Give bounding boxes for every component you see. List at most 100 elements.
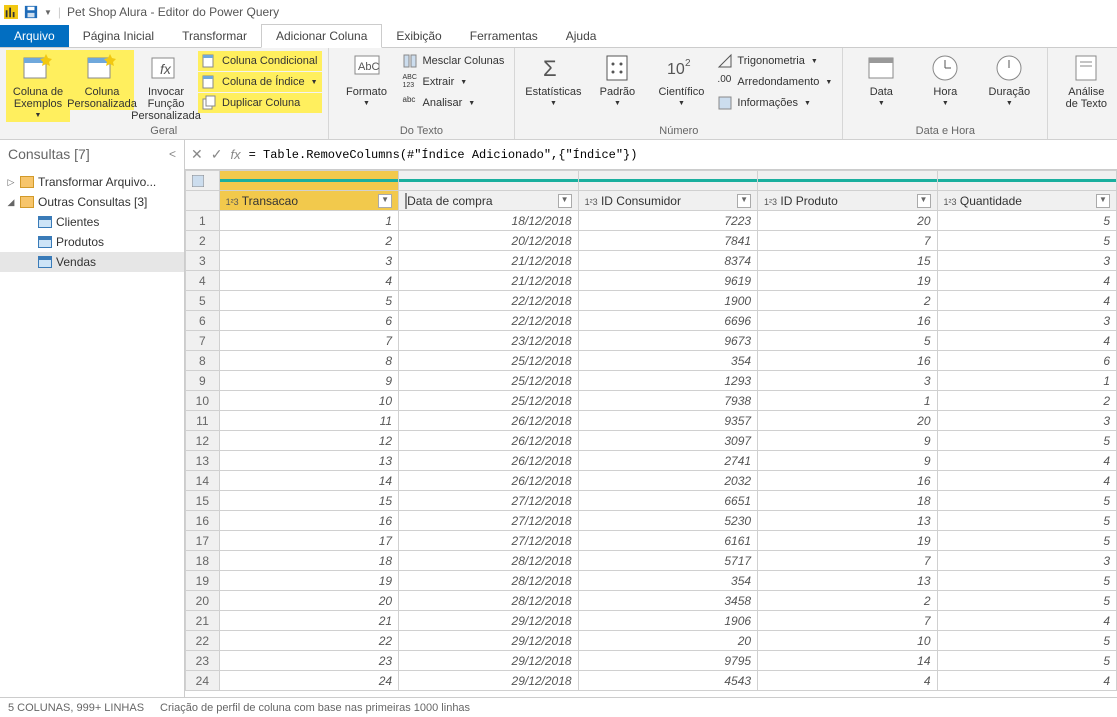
- extract-button[interactable]: ABC123Extrair▼: [399, 72, 509, 92]
- cell[interactable]: 7938: [578, 391, 757, 411]
- cell[interactable]: 5: [937, 531, 1116, 551]
- table-row[interactable]: 5522/12/2018190024: [186, 291, 1117, 311]
- row-number[interactable]: 2: [186, 231, 220, 251]
- cell[interactable]: 5: [937, 231, 1116, 251]
- collapse-icon[interactable]: <: [169, 147, 176, 161]
- cell[interactable]: 2741: [578, 451, 757, 471]
- cell[interactable]: 17: [219, 531, 398, 551]
- date-button[interactable]: Data▼: [849, 50, 913, 110]
- cell[interactable]: 2032: [578, 471, 757, 491]
- row-number[interactable]: 19: [186, 571, 220, 591]
- cell[interactable]: 354: [578, 571, 757, 591]
- filter-dropdown-icon[interactable]: ▼: [558, 194, 572, 208]
- table-row[interactable]: 7723/12/2018967354: [186, 331, 1117, 351]
- query-vendas[interactable]: Vendas: [0, 252, 184, 272]
- row-number[interactable]: 6: [186, 311, 220, 331]
- cell[interactable]: 26/12/2018: [399, 411, 578, 431]
- cell[interactable]: 1293: [578, 371, 757, 391]
- cell[interactable]: 5: [937, 491, 1116, 511]
- table-row[interactable]: 6622/12/20186696163: [186, 311, 1117, 331]
- column-from-examples-button[interactable]: Coluna de Exemplos ▼: [6, 50, 70, 122]
- folder-other[interactable]: ◢Outras Consultas [3]: [0, 192, 184, 212]
- time-button[interactable]: Hora▼: [913, 50, 977, 110]
- cell[interactable]: 3: [937, 311, 1116, 331]
- table-row[interactable]: 131326/12/2018274194: [186, 451, 1117, 471]
- duration-button[interactable]: Duração▼: [977, 50, 1041, 110]
- cell[interactable]: 26/12/2018: [399, 471, 578, 491]
- cell[interactable]: 13: [219, 451, 398, 471]
- cell[interactable]: 18: [219, 551, 398, 571]
- cell[interactable]: 27/12/2018: [399, 491, 578, 511]
- table-row[interactable]: 191928/12/2018354135: [186, 571, 1117, 591]
- filter-dropdown-icon[interactable]: ▼: [378, 194, 392, 208]
- row-number[interactable]: 7: [186, 331, 220, 351]
- table-row[interactable]: 3321/12/20188374153: [186, 251, 1117, 271]
- row-number[interactable]: 9: [186, 371, 220, 391]
- cell[interactable]: 12: [219, 431, 398, 451]
- row-number[interactable]: 8: [186, 351, 220, 371]
- cell[interactable]: 1: [937, 371, 1116, 391]
- cell[interactable]: 19: [758, 271, 937, 291]
- cell[interactable]: 27/12/2018: [399, 531, 578, 551]
- cell[interactable]: 6651: [578, 491, 757, 511]
- grid-scroll[interactable]: 1²3 Transacao▼ Data de compra▼ 1²3 ID Co…: [185, 170, 1117, 697]
- cell[interactable]: 9: [758, 431, 937, 451]
- cell[interactable]: 28/12/2018: [399, 571, 578, 591]
- table-row[interactable]: 1118/12/20187223205: [186, 211, 1117, 231]
- table-row[interactable]: 121226/12/2018309795: [186, 431, 1117, 451]
- format-button[interactable]: AbC Formato ▼: [335, 50, 399, 110]
- row-number[interactable]: 24: [186, 671, 220, 691]
- cell[interactable]: 5: [937, 211, 1116, 231]
- cancel-icon[interactable]: ✕: [191, 146, 203, 163]
- cell[interactable]: 19: [758, 531, 937, 551]
- cell[interactable]: 4: [937, 271, 1116, 291]
- table-row[interactable]: 141426/12/20182032164: [186, 471, 1117, 491]
- cell[interactable]: 7: [758, 231, 937, 251]
- cell[interactable]: 7: [758, 551, 937, 571]
- cell[interactable]: 21/12/2018: [399, 271, 578, 291]
- cell[interactable]: 13: [758, 571, 937, 591]
- cell[interactable]: 20: [758, 411, 937, 431]
- trig-button[interactable]: Trigonometria▼: [713, 51, 836, 71]
- cell[interactable]: 4: [937, 291, 1116, 311]
- cell[interactable]: 26/12/2018: [399, 431, 578, 451]
- col-id-produto[interactable]: 1²3 ID Produto▼: [758, 191, 937, 211]
- cell[interactable]: 25/12/2018: [399, 391, 578, 411]
- row-number[interactable]: 3: [186, 251, 220, 271]
- cell[interactable]: 29/12/2018: [399, 671, 578, 691]
- cell[interactable]: 22/12/2018: [399, 291, 578, 311]
- cell[interactable]: 5: [758, 331, 937, 351]
- cell[interactable]: 3097: [578, 431, 757, 451]
- cell[interactable]: 9357: [578, 411, 757, 431]
- cell[interactable]: 5: [937, 591, 1116, 611]
- cell[interactable]: 1: [758, 391, 937, 411]
- cell[interactable]: 10: [219, 391, 398, 411]
- formula-input[interactable]: [249, 148, 1111, 162]
- cell[interactable]: 29/12/2018: [399, 611, 578, 631]
- tab-home[interactable]: Página Inicial: [69, 25, 168, 47]
- cell[interactable]: 18: [758, 491, 937, 511]
- cell[interactable]: 22/12/2018: [399, 311, 578, 331]
- cell[interactable]: 5: [219, 291, 398, 311]
- table-row[interactable]: 101025/12/2018793812: [186, 391, 1117, 411]
- cell[interactable]: 6696: [578, 311, 757, 331]
- table-row[interactable]: 202028/12/2018345825: [186, 591, 1117, 611]
- cell[interactable]: 9619: [578, 271, 757, 291]
- cell[interactable]: 25/12/2018: [399, 351, 578, 371]
- row-number[interactable]: 15: [186, 491, 220, 511]
- table-row[interactable]: 181828/12/2018571773: [186, 551, 1117, 571]
- col-transacao[interactable]: 1²3 Transacao▼: [219, 191, 398, 211]
- cell[interactable]: 4: [937, 451, 1116, 471]
- folder-transform[interactable]: ▷Transformar Arquivo...: [0, 172, 184, 192]
- cell[interactable]: 20: [578, 631, 757, 651]
- cell[interactable]: 15: [758, 251, 937, 271]
- row-number[interactable]: 20: [186, 591, 220, 611]
- table-row[interactable]: 232329/12/20189795145: [186, 651, 1117, 671]
- cell[interactable]: 7: [758, 611, 937, 631]
- cell[interactable]: 9: [758, 451, 937, 471]
- cell[interactable]: 9: [219, 371, 398, 391]
- parse-button[interactable]: abcAnalisar▼: [399, 93, 509, 113]
- invoke-function-button[interactable]: fx Invocar Função Personalizada: [134, 50, 198, 122]
- confirm-icon[interactable]: ✓: [211, 146, 223, 163]
- filter-dropdown-icon[interactable]: ▼: [1096, 194, 1110, 208]
